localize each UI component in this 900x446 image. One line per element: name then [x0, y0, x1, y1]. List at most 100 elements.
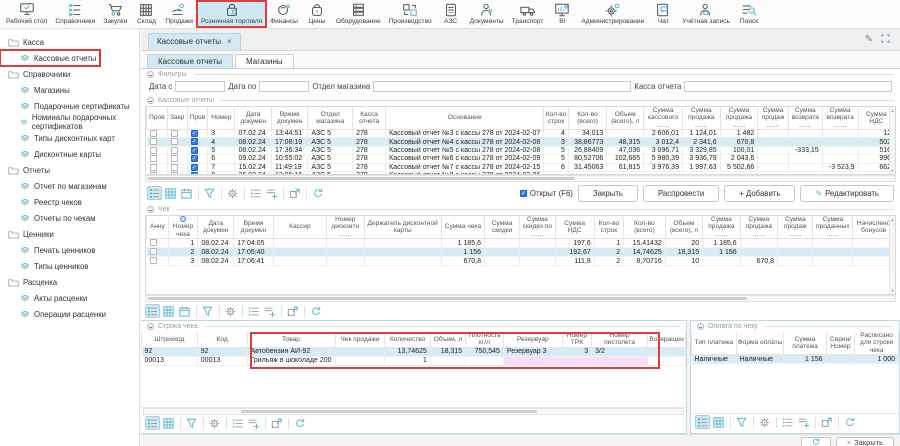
edit-icon[interactable]: ✎ [865, 35, 873, 45]
row-checkbox[interactable]: ✓ [191, 138, 198, 145]
close-window-button[interactable]: × Закрыть [836, 437, 894, 446]
grid-view-button[interactable] [711, 415, 726, 429]
column-header[interactable]: Сумма продажа …… [703, 216, 741, 239]
row-checkbox[interactable]: ✓ [191, 155, 198, 162]
fullscreen-icon[interactable] [881, 34, 890, 46]
column-header[interactable]: Кол-во (всего) [624, 216, 666, 239]
filter-button[interactable] [734, 415, 749, 429]
column-header[interactable]: Чек продажи [335, 332, 385, 347]
table-row[interactable]: ✓307.02.2413:44:51АЗС 5278Кассовый отчет… [147, 130, 895, 138]
toolbar-item-directories[interactable]: Справочники [51, 1, 99, 27]
sidebar-folder[interactable]: Касса [0, 34, 139, 50]
column-header[interactable]: Отдел магазина [308, 107, 353, 130]
toolbar-item-purchases[interactable]: Закупки [99, 1, 131, 27]
sidebar-item[interactable]: Подарочные сертификаты [0, 98, 139, 114]
row-checkbox[interactable] [171, 164, 178, 171]
vertical-scrollbar[interactable]: ▲▼ [889, 216, 895, 294]
sidebar-item[interactable]: Отчеты по чекам [0, 210, 139, 226]
report-cash-input[interactable] [684, 81, 892, 92]
sidebar-item[interactable]: Реестр чеков [0, 194, 139, 210]
settings-button[interactable] [223, 304, 238, 318]
column-header[interactable]: Сумма кассового …… [644, 107, 683, 130]
column-header[interactable]: Сумма возврата …… [822, 107, 858, 130]
table-row[interactable]: НаличныеНаличные1 1561 000 [692, 355, 899, 364]
collapse-icon[interactable] [147, 206, 154, 213]
column-header[interactable]: Серия/ Номер [826, 332, 855, 355]
sidebar-item[interactable]: Операции расценки [0, 306, 139, 322]
sidebar-item[interactable]: Печать ценников [0, 242, 139, 258]
settings-button[interactable] [207, 416, 222, 430]
column-header[interactable]: Кол-во строк [544, 107, 569, 130]
grid-view-button[interactable] [161, 304, 176, 318]
toolbar-item-production[interactable]: Производство [385, 1, 436, 27]
table-row[interactable]: 308.02.2417:06:41670,8111,828,7071610670… [147, 257, 895, 266]
table-row[interactable]: ✓609.02.2410:55:02АЗС 5278Кассовый отчет… [147, 155, 895, 163]
sidebar-item[interactable]: Дисконтные карты [0, 146, 139, 162]
calendar-button[interactable] [179, 186, 194, 200]
column-header[interactable]: Номер чека [168, 216, 198, 239]
column-header[interactable]: Расписано для строки чека [855, 332, 899, 355]
column-header[interactable]: Номер пистолета [592, 332, 648, 347]
column-header[interactable]: Форма оплаты [736, 332, 784, 355]
column-header[interactable]: Касса отчета [353, 107, 386, 130]
open-window-button[interactable] [287, 186, 302, 200]
column-header[interactable]: Пров [187, 107, 208, 130]
table-row[interactable]: 0001300013Грильяж в шоколаде 2001 [142, 356, 686, 365]
sidebar-folder[interactable]: Отчеты [0, 162, 139, 178]
add-row-button[interactable] [246, 416, 261, 430]
collapse-icon[interactable] [147, 97, 154, 104]
column-header[interactable]: Резервуар [503, 332, 562, 347]
refresh-button[interactable] [308, 304, 323, 318]
table-row[interactable]: 9292Автобензин АИ-9213,7462518,315750,54… [142, 347, 686, 356]
horizontal-scrollbar[interactable] [143, 408, 684, 415]
column-header[interactable]: Сумма скидки по …… [520, 216, 555, 239]
collapse-icon[interactable] [147, 71, 154, 78]
store-dept-input[interactable] [373, 81, 631, 92]
row-checkbox[interactable] [171, 130, 178, 137]
column-header[interactable]: Кассир [273, 216, 326, 239]
toolbar-item-chat[interactable]: Чат [648, 1, 678, 27]
sidebar-item[interactable]: Типы дисконтных карт [0, 130, 139, 146]
edit-button[interactable]: ✎ Редактировать [800, 185, 894, 202]
add-row-button[interactable] [264, 186, 279, 200]
column-header[interactable]: Сумма платежа [784, 332, 826, 355]
column-header[interactable]: Сумма НДС [555, 216, 594, 239]
column-header[interactable]: Основание [386, 107, 544, 130]
toolbar-item-finance[interactable]: Финансы [266, 1, 302, 27]
sidebar-item[interactable]: Акты расценки [0, 290, 139, 306]
column-header[interactable]: Сумма продажа …… [682, 107, 720, 130]
column-header[interactable]: Объем, л [430, 332, 465, 347]
sidebar-folder[interactable]: Ценники [0, 226, 139, 242]
unpost-button[interactable]: Распровести [643, 185, 719, 202]
open-window-button[interactable] [285, 304, 300, 318]
toolbar-item-equipment[interactable]: Оборудование [332, 1, 385, 27]
open-window-button[interactable] [269, 416, 284, 430]
toolbar-item-transport[interactable]: Транспорт [508, 1, 548, 27]
sidebar-item[interactable]: Кассовые отчеты [0, 50, 100, 66]
toolbar-item-search[interactable]: Поиск [734, 1, 764, 27]
collapse-icon[interactable] [147, 323, 154, 330]
vertical-scrollbar[interactable]: ▲▼ [889, 107, 895, 174]
column-header[interactable]: Штрихкод [142, 332, 198, 347]
filter-button[interactable] [184, 416, 199, 430]
column-header[interactable]: Сумма продажа …… [720, 107, 758, 130]
refresh-button[interactable] [310, 186, 325, 200]
close-report-button[interactable]: Закрыть [578, 185, 638, 202]
checklist-button[interactable] [780, 415, 795, 429]
column-header[interactable]: Сумма возврата …… [788, 107, 822, 130]
list-view-button[interactable] [145, 304, 160, 318]
sidebar-item[interactable]: Магазины [0, 82, 139, 98]
toolbar-item-prices[interactable]: Цены [302, 1, 332, 27]
row-checkbox[interactable] [150, 147, 157, 154]
row-checkbox[interactable] [150, 130, 157, 137]
tab-cash-reports[interactable]: Кассовые отчеты × [148, 33, 241, 50]
row-checkbox[interactable]: ✓ [191, 147, 198, 154]
table-row[interactable]: ✓408.02.2417:08:19АЗС 5278Кассовый отчет… [147, 138, 895, 146]
column-header[interactable]: Держатель дисконтной карты [364, 216, 441, 239]
column-header[interactable]: Плотность кг/л [466, 332, 504, 347]
table-row[interactable]: ✓715.02.2411:49:19АЗС 5278Кассовый отчет… [147, 163, 895, 171]
grid-view-button[interactable] [163, 186, 178, 200]
filter-button[interactable] [202, 186, 217, 200]
column-header[interactable]: Объем (всего), л [665, 216, 702, 239]
checklist-button[interactable] [248, 186, 263, 200]
